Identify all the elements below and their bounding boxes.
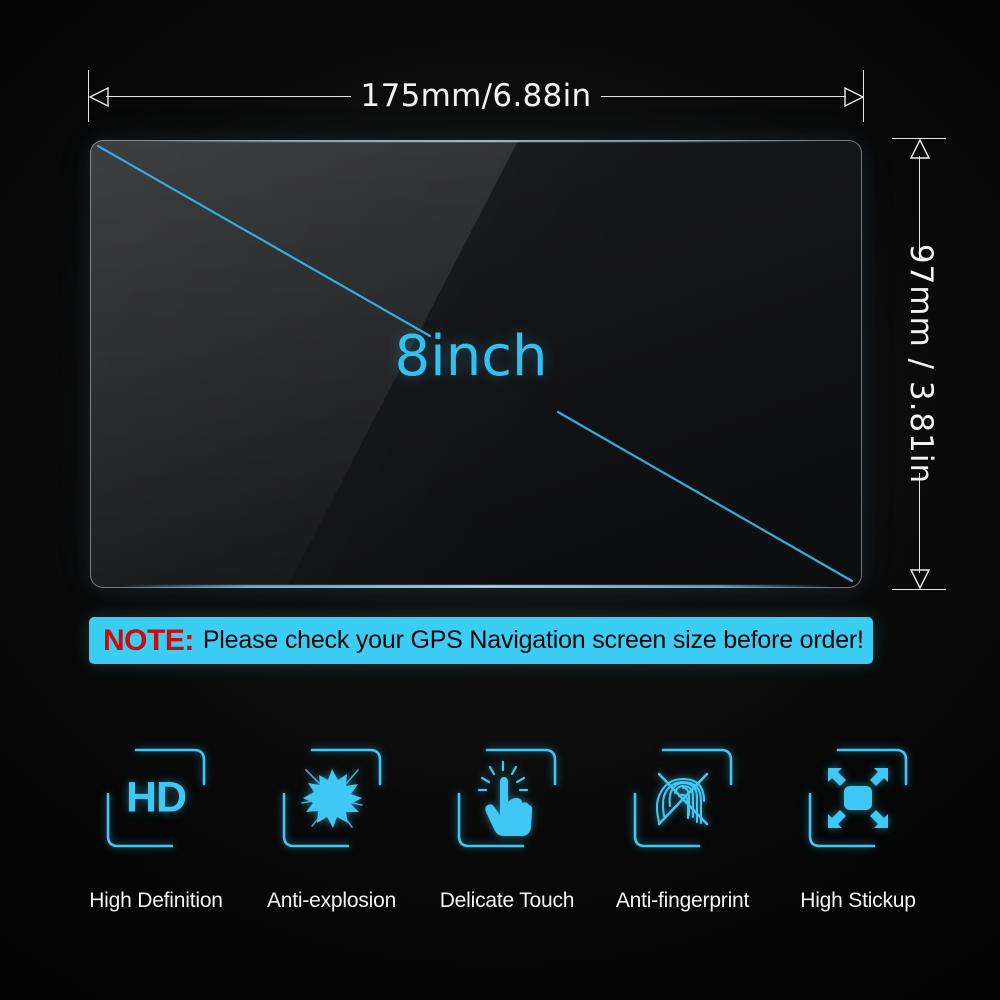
screen-protector-panel: 8inch [90, 140, 862, 588]
width-dimension-line-left [106, 96, 351, 97]
note-message-text: Please check your GPS Navigation screen … [202, 626, 864, 654]
note-banner: NOTE: Please check your GPS Navigation s… [89, 617, 873, 664]
feature-delicate-touch: Delicate Touch [423, 748, 591, 913]
feature-anti-fingerprint: Anti-fingerprint [599, 748, 767, 913]
width-arrow-right-icon [844, 86, 864, 108]
feature-high-definition: HD High Definition [72, 748, 240, 913]
touch-hand-icon [457, 748, 557, 848]
fingerprint-no-icon [633, 748, 733, 848]
height-dimension-line-bottom [919, 473, 920, 573]
feature-label: Anti-fingerprint [615, 889, 750, 912]
note-prefix-label: NOTE: [103, 623, 194, 657]
height-dimension: 97mm / 3.81in [892, 138, 950, 590]
height-dimension-label: 97mm / 3.81in [903, 243, 939, 485]
feature-high-stickup: High Stickup [774, 748, 942, 913]
hd-icon: HD [106, 748, 206, 848]
product-infographic: 175mm/6.88in 97mm / 3.81in 8inch NOTE: P… [0, 0, 1000, 1000]
width-dimension-label: 175mm/6.88in [360, 78, 592, 114]
width-dimension-line-right [601, 96, 846, 97]
feature-label: Delicate Touch [439, 889, 575, 912]
expand-arrows-icon [808, 748, 908, 848]
feature-list: HD High Definition Anti-explosion Delica… [72, 748, 942, 913]
width-dimension: 175mm/6.88in [88, 70, 864, 126]
feature-anti-explosion: Anti-explosion [248, 748, 416, 913]
height-arrow-down-icon [909, 569, 931, 589]
panel-edge-glow-top [136, 140, 816, 142]
height-extension-tick-bottom [892, 589, 946, 590]
width-arrow-left-icon [89, 86, 109, 108]
panel-size-label: 8inch [394, 324, 548, 389]
hd-icon-text: HD [125, 773, 187, 822]
feature-label: Anti-explosion [266, 889, 397, 912]
explosion-icon [282, 748, 382, 848]
panel-edge-glow-bottom [120, 585, 832, 588]
feature-label: High Definition [89, 889, 223, 912]
height-arrow-up-icon [909, 139, 931, 159]
feature-label: High Stickup [800, 889, 916, 912]
